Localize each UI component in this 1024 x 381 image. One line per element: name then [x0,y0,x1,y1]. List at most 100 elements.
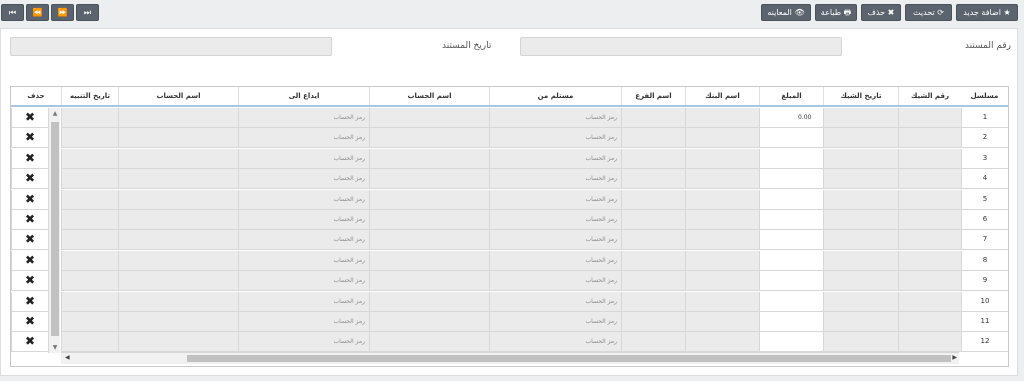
delete-row-icon[interactable]: ✖ [12,334,48,348]
refresh-button[interactable]: ⟳ تحديث [905,4,952,21]
delete-row-icon[interactable]: ✖ [12,192,48,206]
account-name-cell[interactable] [369,210,489,230]
branch-name-cell[interactable] [621,332,685,353]
deposit-to-cell[interactable]: رمز الحساب [238,312,369,332]
deposit-to-cell[interactable]: رمز الحساب [238,210,369,230]
account-name-cell[interactable] [369,148,489,169]
check-date-cell[interactable] [823,128,898,149]
scroll-left-icon[interactable]: ◀ [65,354,70,361]
scroll-up-icon[interactable]: ▲ [49,110,61,117]
amount-cell[interactable] [759,291,823,312]
delete-cell[interactable]: ✖ [11,169,48,190]
bank-name-cell[interactable] [685,210,759,230]
received-from-cell[interactable]: رمز الحساب [489,332,621,353]
horizontal-scrollbar[interactable]: ◀ ▶ [61,352,959,364]
deposit-to-cell[interactable]: رمز الحساب [238,230,369,251]
due-date-cell[interactable] [61,210,118,230]
received-from-cell[interactable]: رمز الحساب [489,128,621,149]
received-from-cell[interactable]: رمز الحساب [489,250,621,271]
amount-cell[interactable] [759,250,823,271]
doc-date-input[interactable] [10,37,332,56]
amount-cell[interactable] [759,271,823,292]
received-from-cell[interactable]: رمز الحساب [489,108,621,128]
bank-name-cell[interactable] [685,148,759,169]
next-record-button[interactable]: ⏩ [51,4,74,21]
due-date-cell[interactable] [61,169,118,190]
branch-name-cell[interactable] [621,230,685,251]
amount-cell[interactable] [759,148,823,169]
received-from-cell[interactable]: رمز الحساب [489,271,621,292]
account-name-2-cell[interactable] [118,189,238,210]
branch-name-cell[interactable] [621,312,685,332]
due-date-cell[interactable] [61,312,118,332]
bank-name-cell[interactable] [685,250,759,271]
check-date-cell[interactable] [823,312,898,332]
received-from-cell[interactable]: رمز الحساب [489,189,621,210]
due-date-cell[interactable] [61,271,118,292]
header-check-date[interactable]: تاريخ الشيك [823,87,898,105]
delete-row-icon[interactable]: ✖ [12,130,48,144]
branch-name-cell[interactable] [621,189,685,210]
account-name-cell[interactable] [369,271,489,292]
account-name-cell[interactable] [369,250,489,271]
check-date-cell[interactable] [823,332,898,353]
deposit-to-cell[interactable]: رمز الحساب [238,291,369,312]
check-number-cell[interactable] [898,148,961,169]
bank-name-cell[interactable] [685,332,759,353]
check-number-cell[interactable] [898,271,961,292]
account-name-cell[interactable] [369,332,489,353]
branch-name-cell[interactable] [621,148,685,169]
deposit-to-cell[interactable]: رمز الحساب [238,148,369,169]
check-date-cell[interactable] [823,148,898,169]
delete-cell[interactable]: ✖ [11,189,48,210]
bank-name-cell[interactable] [685,169,759,190]
account-name-2-cell[interactable] [118,210,238,230]
account-name-cell[interactable] [369,128,489,149]
check-number-cell[interactable] [898,312,961,332]
received-from-cell[interactable]: رمز الحساب [489,210,621,230]
delete-row-icon[interactable]: ✖ [12,314,48,328]
check-number-cell[interactable] [898,230,961,251]
branch-name-cell[interactable] [621,271,685,292]
scroll-down-icon[interactable]: ▼ [49,344,61,351]
add-new-button[interactable]: ★ اضافة جديد [956,4,1018,21]
header-serial[interactable]: مسلسل [961,87,1008,105]
due-date-cell[interactable] [61,128,118,149]
horizontal-scroll-thumb[interactable] [187,355,951,362]
check-number-cell[interactable] [898,250,961,271]
check-date-cell[interactable] [823,250,898,271]
bank-name-cell[interactable] [685,291,759,312]
delete-row-icon[interactable]: ✖ [12,212,48,226]
due-date-cell[interactable] [61,291,118,312]
amount-cell[interactable]: 0.00 [759,108,823,128]
account-name-cell[interactable] [369,230,489,251]
check-number-cell[interactable] [898,291,961,312]
deposit-to-cell[interactable]: رمز الحساب [238,128,369,149]
header-received-from[interactable]: مستلم من [489,87,621,105]
amount-cell[interactable] [759,332,823,353]
header-deposit-to[interactable]: ايداع الى [238,87,369,105]
delete-cell[interactable]: ✖ [11,108,48,128]
check-number-cell[interactable] [898,189,961,210]
check-number-cell[interactable] [898,169,961,190]
check-date-cell[interactable] [823,189,898,210]
check-number-cell[interactable] [898,332,961,353]
delete-cell[interactable]: ✖ [11,250,48,271]
account-name-cell[interactable] [369,108,489,128]
vertical-scroll-thumb[interactable] [51,122,59,336]
branch-name-cell[interactable] [621,210,685,230]
branch-name-cell[interactable] [621,128,685,149]
amount-cell[interactable] [759,210,823,230]
received-from-cell[interactable]: رمز الحساب [489,230,621,251]
account-name-cell[interactable] [369,312,489,332]
due-date-cell[interactable] [61,148,118,169]
amount-cell[interactable] [759,128,823,149]
amount-cell[interactable] [759,312,823,332]
header-delete[interactable]: حذف [11,87,61,105]
due-date-cell[interactable] [61,250,118,271]
header-due-date[interactable]: تاريخ التنبيه [61,87,118,105]
received-from-cell[interactable]: رمز الحساب [489,169,621,190]
check-date-cell[interactable] [823,108,898,128]
received-from-cell[interactable]: رمز الحساب [489,148,621,169]
preview-button[interactable]: 👁 المعاينه [761,4,811,21]
